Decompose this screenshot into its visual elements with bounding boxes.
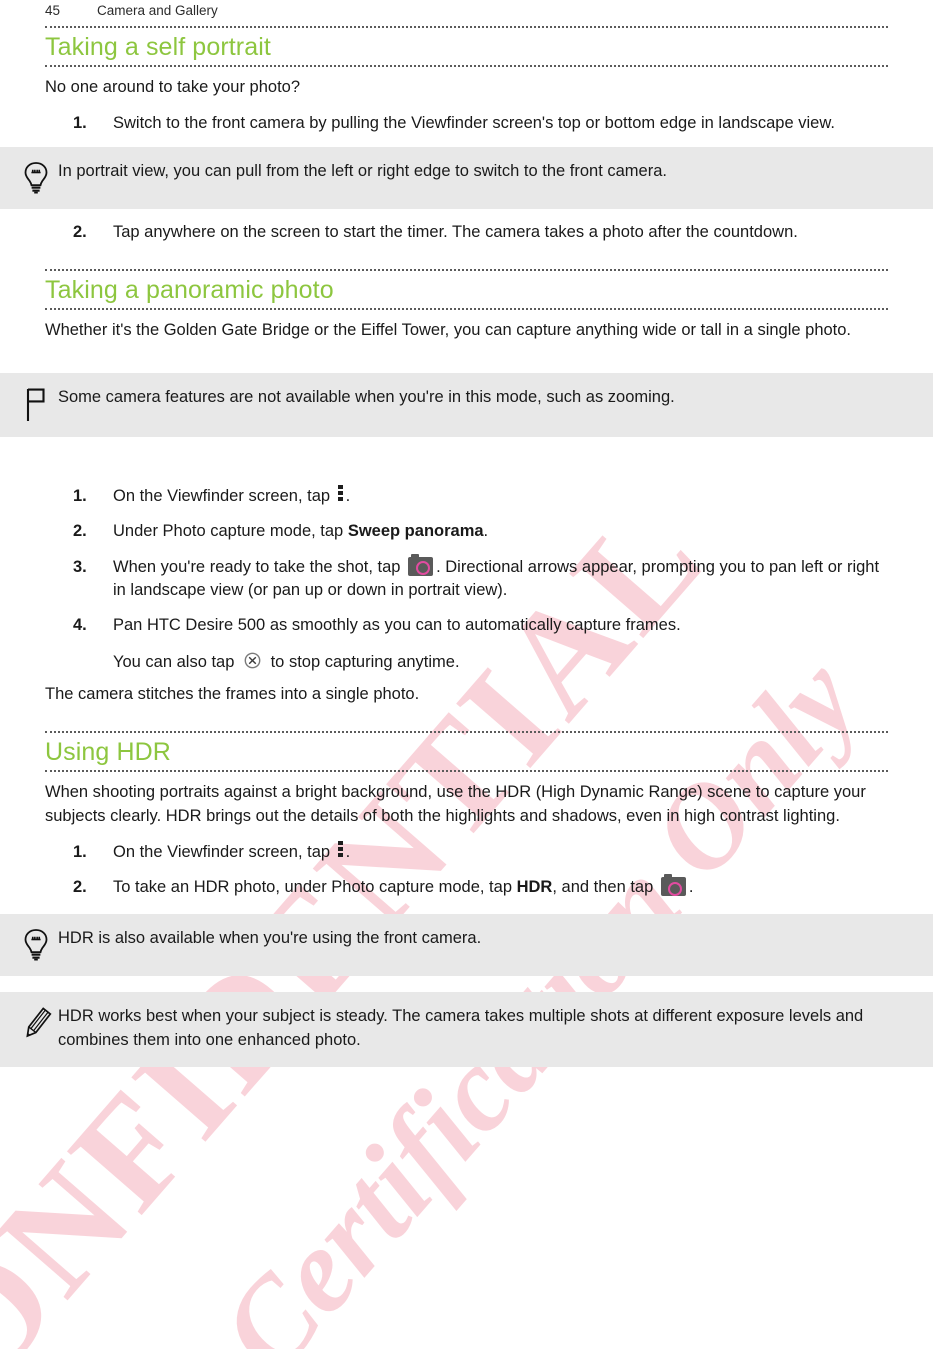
step-text-pre: Under Photo capture mode, tap [113, 522, 344, 541]
step-text-post: . [483, 522, 489, 541]
step-text-pre: On the Viewfinder screen, tap [113, 842, 331, 861]
tip-callout-hdr-front-camera: HDR is also available when you're using … [0, 913, 933, 976]
document-page: 45 Camera and Gallery Taking a self port… [0, 0, 933, 1349]
page-content-note-2: HDR works best when your subject is stea… [0, 991, 933, 1067]
step-text: Pan HTC Desire 500 as smoothly as you ca… [113, 616, 681, 635]
chapter-title: Camera and Gallery [97, 3, 218, 18]
step-text-post: . [345, 842, 351, 861]
step-number: 1. [73, 486, 87, 505]
step-text-post: . [345, 486, 351, 505]
note-text: HDR works best when your subject is stea… [58, 1006, 864, 1049]
panoramic-steps: 1. On the Viewfinder screen, tap . 2. Un… [45, 484, 888, 675]
list-item: 2. To take an HDR photo, under Photo cap… [45, 874, 888, 899]
tip-callout-front-camera: In portrait view, you can pull from the … [0, 147, 933, 210]
step-subline-post: to stop capturing anytime. [270, 652, 460, 671]
kebab-menu-icon[interactable] [337, 484, 343, 502]
page-content-tip-1: In portrait view, you can pull from the … [0, 147, 933, 210]
page-header: 45 Camera and Gallery [0, 0, 933, 26]
page-content: Taking a self portrait No one around to … [0, 26, 933, 135]
lightbulb-icon [14, 160, 58, 195]
step-text-mid: , and then tap [552, 878, 654, 897]
hdr-intro: When shooting portraits against a bright… [45, 783, 866, 826]
step-subline-pre: You can also tap [113, 652, 235, 671]
tip-text: HDR is also available when you're using … [58, 928, 482, 947]
note-callout-camera-features: Some camera features are not available w… [0, 372, 933, 437]
list-item: 2. Tap anywhere on the screen to start t… [45, 221, 888, 244]
list-item: 1. Switch to the front camera by pulling… [45, 112, 888, 135]
page-content-note-1: Some camera features are not available w… [0, 372, 933, 437]
page-number: 45 [45, 3, 61, 18]
tip-text: In portrait view, you can pull from the … [58, 162, 667, 181]
step-number: 3. [73, 557, 87, 576]
list-item: 1. On the Viewfinder screen, tap . [45, 484, 888, 508]
step-text-post: . [688, 878, 694, 897]
step-number: 2. [73, 223, 87, 242]
step-number: 2. [73, 522, 87, 541]
step-emphasis: HDR [516, 878, 553, 897]
heading-taking-a-self-portrait: Taking a self portrait [45, 33, 271, 61]
step-subline: You can also tap to stop capturing anyti… [113, 651, 888, 674]
step-text: Switch to the front camera by pulling th… [113, 113, 835, 132]
hdr-steps: 1. On the Viewfinder screen, tap . 2. To… [45, 840, 888, 900]
pencil-icon [14, 1005, 58, 1044]
heading-taking-a-panoramic-photo: Taking a panoramic photo [45, 275, 334, 304]
camera-shutter-icon[interactable] [660, 874, 686, 897]
note-callout-hdr-steady: HDR works best when your subject is stea… [0, 991, 933, 1067]
self-portrait-steps-part2: 2. Tap anywhere on the screen to start t… [45, 221, 888, 244]
step-text-pre: To take an HDR photo, under Photo captur… [113, 878, 512, 897]
page-content-tip-2: HDR is also available when you're using … [0, 913, 933, 976]
note-text: Some camera features are not available w… [58, 387, 675, 406]
camera-shutter-icon[interactable] [408, 553, 434, 576]
step-number: 2. [73, 878, 87, 897]
step-text: Tap anywhere on the screen to start the … [113, 223, 798, 242]
step-number: 4. [73, 616, 87, 635]
flag-icon [14, 386, 58, 423]
lightbulb-icon [14, 927, 58, 962]
step-emphasis: Sweep panorama [347, 522, 484, 541]
page-content-2: 2. Tap anywhere on the screen to start t… [0, 221, 933, 342]
list-item: 3. When you're ready to take the shot, t… [45, 553, 888, 603]
kebab-menu-icon[interactable] [337, 840, 343, 858]
step-number: 1. [73, 842, 87, 861]
panoramic-outro: The camera stitches the frames into a si… [45, 685, 420, 704]
stop-capture-icon[interactable] [244, 652, 261, 669]
step-text-pre: On the Viewfinder screen, tap [113, 486, 331, 505]
self-portrait-intro: No one around to take your photo? [45, 78, 301, 96]
list-item: 2. Under Photo capture mode, tap Sweep p… [45, 520, 888, 543]
list-item: 1. On the Viewfinder screen, tap . [45, 840, 888, 864]
step-text-pre: When you're ready to take the shot, tap [113, 557, 401, 576]
panoramic-intro: Whether it's the Golden Gate Bridge or t… [45, 320, 852, 339]
list-item: 4. Pan HTC Desire 500 as smoothly as you… [45, 614, 888, 674]
step-number: 1. [73, 113, 87, 132]
page-content-3: 1. On the Viewfinder screen, tap . 2. Un… [0, 484, 933, 900]
self-portrait-steps-part1: 1. Switch to the front camera by pulling… [45, 112, 888, 135]
heading-using-hdr: Using HDR [45, 738, 171, 767]
